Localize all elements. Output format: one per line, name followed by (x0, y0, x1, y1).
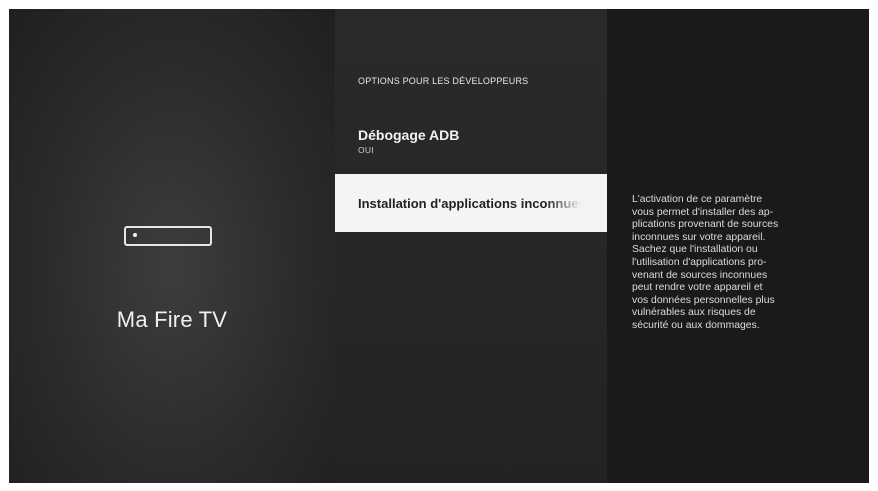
description-panel: L'activation de ce paramètre vous permet… (607, 9, 869, 483)
description-line: Sachez que l'installation ou (632, 244, 758, 256)
description-line: vous permet d'installer des ap- (632, 206, 774, 218)
description-line: venant de sources inconnues (632, 269, 768, 281)
description-line: plications provenant de sources (632, 219, 779, 231)
section-header: OPTIONS POUR LES DÉVELOPPEURS (358, 76, 529, 86)
description-line: vulnérables aux risques de (632, 307, 756, 319)
device-led (133, 233, 137, 237)
menu-item-value: OUI (358, 145, 375, 155)
menu-item-label: Débogage ADB (358, 127, 460, 143)
description-line: L'activation de ce paramètre (632, 194, 763, 205)
description-text: L'activation de ce paramètre vous permet… (632, 194, 847, 333)
menu-item-adb-debugging[interactable]: Débogage ADB OUI (335, 126, 607, 176)
description-line: peut rendre votre appareil et (632, 282, 763, 294)
menu-item-unknown-apps[interactable]: Installation d'applications inconnues (335, 174, 607, 232)
menu-item-label: Installation d'applications inconnues (358, 195, 582, 211)
device-name: Ma Fire TV (116, 307, 228, 332)
settings-screen: Ma Fire TV OPTIONS POUR LES DÉVELOPPEURS… (9, 9, 869, 483)
description-line: inconnues sur votre appareil. (632, 231, 766, 243)
description-line: sécurité ou aux dommages. (632, 319, 760, 331)
device-panel: Ma Fire TV (9, 9, 335, 483)
description-line: l'utilisation d'applications pro- (632, 256, 767, 268)
developer-options-menu: OPTIONS POUR LES DÉVELOPPEURS Débogage A… (335, 9, 607, 483)
description-line: vos données personnelles plus (632, 294, 775, 306)
fire-tv-device-icon (124, 226, 212, 246)
